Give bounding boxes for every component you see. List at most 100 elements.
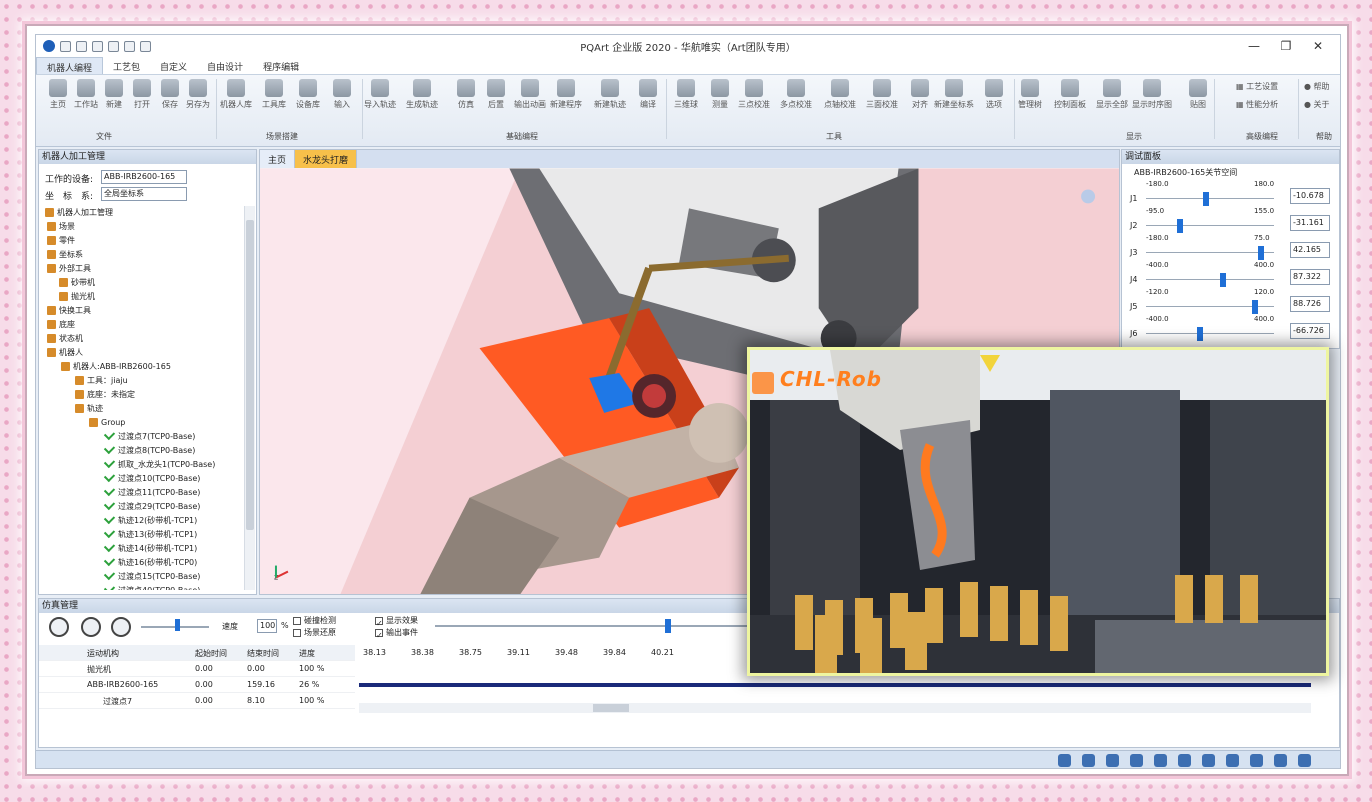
about-button[interactable]: ● 关于 bbox=[1304, 99, 1330, 110]
table-row[interactable]: 抛光机 0.00 0.00 100 % bbox=[39, 661, 355, 677]
align-button[interactable]: 对齐 bbox=[906, 79, 934, 110]
tree-node[interactable]: 工具：jiaju bbox=[39, 374, 244, 388]
tree-node[interactable]: 抓取_水龙头1(TCP0-Base) bbox=[39, 456, 244, 472]
zoom-in-icon[interactable] bbox=[1082, 754, 1095, 767]
save-icon[interactable] bbox=[76, 40, 87, 52]
joint-slider-thumb[interactable] bbox=[1258, 246, 1265, 260]
axis-calib-button[interactable]: 点轴校准 bbox=[824, 79, 856, 110]
tree-node[interactable]: 过渡点7(TCP0-Base) bbox=[39, 428, 244, 444]
home-icon[interactable] bbox=[140, 40, 151, 52]
view-left-icon[interactable] bbox=[1226, 754, 1239, 767]
power-button[interactable] bbox=[49, 617, 69, 637]
3face-calib-button[interactable]: 三面校准 bbox=[866, 79, 898, 110]
new-icon[interactable] bbox=[60, 40, 71, 52]
device-select[interactable]: ABB-IRB2600-165 bbox=[101, 170, 187, 184]
display-effect-checkbox[interactable]: ✓ bbox=[375, 616, 383, 628]
joint-value-input[interactable]: 88.726 bbox=[1290, 296, 1330, 312]
joint-value-input[interactable]: -10.678 bbox=[1290, 188, 1330, 204]
save-as-button[interactable]: 另存为 bbox=[184, 79, 212, 110]
joint-slider-track[interactable] bbox=[1146, 252, 1274, 253]
import-path-button[interactable]: 导入轨迹 bbox=[364, 79, 396, 110]
joint-value-input[interactable]: 87.322 bbox=[1290, 269, 1330, 285]
joint-slider-track[interactable] bbox=[1146, 225, 1274, 226]
tree-node[interactable]: 轨迹13(砂带机-TCP1) bbox=[39, 526, 244, 542]
joint-slider-thumb[interactable] bbox=[1220, 273, 1227, 287]
tree-node[interactable]: 过渡点29(TCP0-Base) bbox=[39, 498, 244, 514]
help-button[interactable]: ● 帮助 bbox=[1304, 81, 1330, 92]
pause-button[interactable] bbox=[81, 617, 101, 637]
save-as-icon[interactable] bbox=[92, 40, 103, 52]
robot-lib-button[interactable]: 机器人库 bbox=[220, 79, 252, 110]
tree-node[interactable]: 机器人:ABB-IRB2600-165 bbox=[39, 360, 244, 374]
tree-node[interactable]: 过渡点8(TCP0-Base) bbox=[39, 442, 244, 458]
joint-slider-track[interactable] bbox=[1146, 333, 1274, 334]
3d-ball-button[interactable]: 三维球 bbox=[672, 79, 700, 110]
texture-button[interactable]: 贴图 bbox=[1184, 79, 1212, 110]
view-back-icon[interactable] bbox=[1274, 754, 1287, 767]
tab-free-design[interactable]: 自由设计 bbox=[197, 57, 253, 74]
tree-node[interactable]: 过渡点15(TCP0-Base) bbox=[39, 568, 244, 584]
export-anim-button[interactable]: 输出动画 bbox=[514, 79, 546, 110]
joint-slider-thumb[interactable] bbox=[1203, 192, 1210, 206]
tree-node[interactable]: 场景 bbox=[39, 220, 244, 234]
control-panel-button[interactable]: 控制面板 bbox=[1054, 79, 1086, 110]
joint-value-input[interactable]: -66.726 bbox=[1290, 323, 1330, 339]
tree-node[interactable]: 外部工具 bbox=[39, 262, 244, 276]
options-button[interactable]: 选项 bbox=[980, 79, 1008, 110]
timing-chart-button[interactable]: 显示时序图 bbox=[1132, 79, 1172, 110]
show-all-button[interactable]: 显示全部 bbox=[1096, 79, 1128, 110]
render-icon[interactable] bbox=[1154, 754, 1167, 767]
post-button[interactable]: 后置 bbox=[482, 79, 510, 110]
perf-analysis-button[interactable]: ▦ 性能分析 bbox=[1236, 99, 1278, 110]
scene-restore-checkbox[interactable] bbox=[293, 628, 301, 637]
new-track-button[interactable]: 新建轨迹 bbox=[594, 79, 626, 110]
close-button[interactable]: ✕ bbox=[1302, 35, 1334, 57]
view-tab-faucet[interactable]: 水龙头打磨 bbox=[295, 150, 358, 168]
tab-process-package[interactable]: 工艺包 bbox=[103, 57, 150, 74]
tree-node[interactable]: Group bbox=[39, 416, 244, 430]
tree-node[interactable]: 过渡点40(TCP0-Base) bbox=[39, 582, 244, 590]
compile-button[interactable]: 编译 bbox=[634, 79, 662, 110]
view-right-icon[interactable] bbox=[1250, 754, 1263, 767]
tab-program-edit[interactable]: 程序编辑 bbox=[253, 57, 309, 74]
tree-node[interactable]: 轨迹16(砂带机-TCP0) bbox=[39, 554, 244, 570]
tree-node[interactable]: 机器人加工管理 bbox=[39, 206, 244, 220]
view-top-icon[interactable] bbox=[1202, 754, 1215, 767]
device-lib-button[interactable]: 设备库 bbox=[294, 79, 322, 110]
timeline-hscrollbar[interactable] bbox=[359, 703, 1311, 713]
tree-node[interactable]: 零件 bbox=[39, 234, 244, 248]
gen-path-button[interactable]: 生成轨迹 bbox=[406, 79, 438, 110]
speed-slider-thumb[interactable] bbox=[175, 619, 180, 631]
minimize-button[interactable]: — bbox=[1238, 35, 1270, 57]
speed-input[interactable]: 100 bbox=[257, 619, 277, 633]
tree-scrollbar[interactable] bbox=[244, 206, 255, 590]
tree-node[interactable]: 底座 bbox=[39, 318, 244, 332]
redo-icon[interactable] bbox=[124, 40, 135, 52]
zoom-out-icon[interactable] bbox=[1106, 754, 1119, 767]
tree-node[interactable]: 过渡点11(TCP0-Base) bbox=[39, 484, 244, 500]
eye-icon[interactable] bbox=[1058, 754, 1071, 767]
tab-custom[interactable]: 自定义 bbox=[150, 57, 197, 74]
new-program-button[interactable]: 新建程序 bbox=[550, 79, 582, 110]
joint-slider-thumb[interactable] bbox=[1197, 327, 1204, 341]
joint-value-input[interactable]: -31.161 bbox=[1290, 215, 1330, 231]
3pt-calib-button[interactable]: 三点校准 bbox=[738, 79, 770, 110]
tree-node[interactable]: 轨迹12(砂带机-TCP1) bbox=[39, 512, 244, 528]
joint-value-input[interactable]: 42.165 bbox=[1290, 242, 1330, 258]
collision-checkbox[interactable] bbox=[293, 616, 301, 625]
tree-node[interactable]: 轨迹 bbox=[39, 402, 244, 416]
output-event-checkbox[interactable]: ✓ bbox=[375, 628, 383, 640]
tree-node[interactable]: 抛光机 bbox=[39, 290, 244, 304]
joint-slider-thumb[interactable] bbox=[1252, 300, 1259, 314]
view-iso-icon[interactable] bbox=[1298, 754, 1311, 767]
tree-manager-button[interactable]: 管理树 bbox=[1016, 79, 1044, 110]
tab-robot-programming[interactable]: 机器人编程 bbox=[36, 57, 104, 74]
tree-node[interactable]: 机器人 bbox=[39, 346, 244, 360]
multi-calib-button[interactable]: 多点校准 bbox=[780, 79, 812, 110]
tree-node[interactable]: 状态机 bbox=[39, 332, 244, 346]
play-button[interactable] bbox=[111, 617, 131, 637]
restore-button[interactable]: ❐ bbox=[1270, 35, 1302, 57]
tree-node[interactable]: 底座：未指定 bbox=[39, 388, 244, 402]
table-row[interactable]: ABB-IRB2600-165 0.00 159.16 26 % bbox=[39, 677, 355, 693]
timeline-hscroll-thumb[interactable] bbox=[593, 704, 629, 712]
